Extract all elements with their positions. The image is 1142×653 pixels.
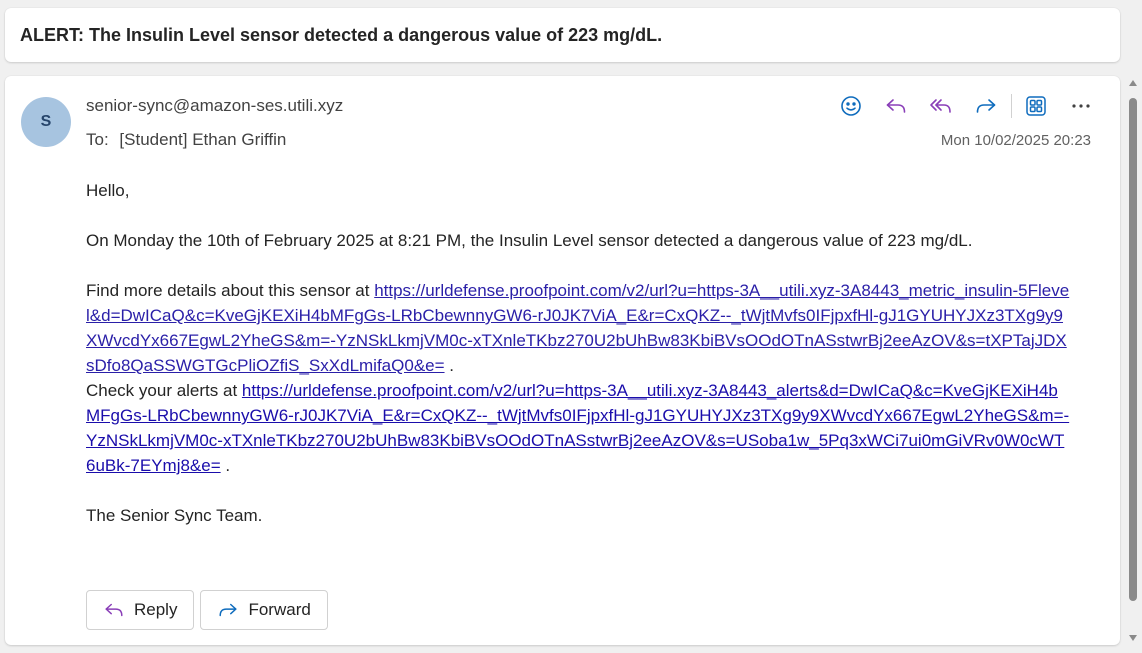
toolbar-divider — [1011, 94, 1012, 118]
vertical-scrollbar[interactable] — [1126, 76, 1140, 645]
apps-icon — [1026, 96, 1046, 116]
email-subject: ALERT: The Insulin Level sensor detected… — [20, 24, 663, 45]
reply-all-button[interactable] — [927, 92, 955, 120]
forward-icon — [219, 603, 237, 617]
scroll-up-arrow-icon[interactable] — [1129, 80, 1137, 86]
subject-header: ALERT: The Insulin Level sensor detected… — [5, 8, 1120, 62]
reply-icon — [886, 99, 906, 113]
message-body: Hello, On Monday the 10th of February 20… — [86, 178, 1071, 553]
details-suffix: . — [444, 356, 454, 375]
quick-forward-button[interactable]: Forward — [200, 590, 328, 630]
emoji-react-button[interactable] — [837, 92, 865, 120]
scroll-down-arrow-icon[interactable] — [1129, 635, 1137, 641]
message-actions-toolbar — [837, 93, 1095, 119]
quick-reply-bar: Reply Forward — [86, 590, 334, 630]
forward-icon — [976, 99, 996, 113]
forward-button[interactable] — [972, 92, 1000, 120]
reply-label: Reply — [134, 600, 178, 619]
to-label: To: — [86, 130, 109, 149]
alert-paragraph: On Monday the 10th of February 2025 at 8… — [86, 231, 973, 250]
details-prefix: Find more details about this sensor at — [86, 281, 375, 300]
more-actions-button[interactable] — [1067, 92, 1095, 120]
alerts-prefix: Check your alerts at — [86, 381, 242, 400]
greeting: Hello, — [86, 181, 130, 200]
message-pane: S senior-sync@amazon-ses.utili.xyz To: [… — [5, 76, 1120, 645]
sender-avatar[interactable]: S — [21, 97, 71, 147]
apps-button[interactable] — [1022, 92, 1050, 120]
reply-icon — [105, 603, 123, 617]
recipient-name[interactable]: [Student] Ethan Griffin — [119, 130, 286, 149]
scroll-thumb[interactable] — [1129, 98, 1137, 601]
quick-reply-button[interactable]: Reply — [86, 590, 195, 630]
signoff: The Senior Sync Team. — [86, 506, 263, 525]
forward-label: Forward — [248, 600, 311, 619]
message-timestamp: Mon 10/02/2025 20:23 — [940, 132, 1091, 149]
sender-address[interactable]: senior-sync@amazon-ses.utili.xyz — [86, 96, 343, 116]
reply-all-icon — [930, 99, 951, 113]
alerts-suffix: . — [220, 456, 231, 475]
links-paragraph: Find more details about this sensor at h… — [86, 278, 1071, 478]
more-icon — [1072, 104, 1090, 108]
recipient-line: To: [Student] Ethan Griffin — [86, 130, 286, 150]
emoji-icon — [841, 96, 861, 116]
reply-button[interactable] — [882, 92, 910, 120]
